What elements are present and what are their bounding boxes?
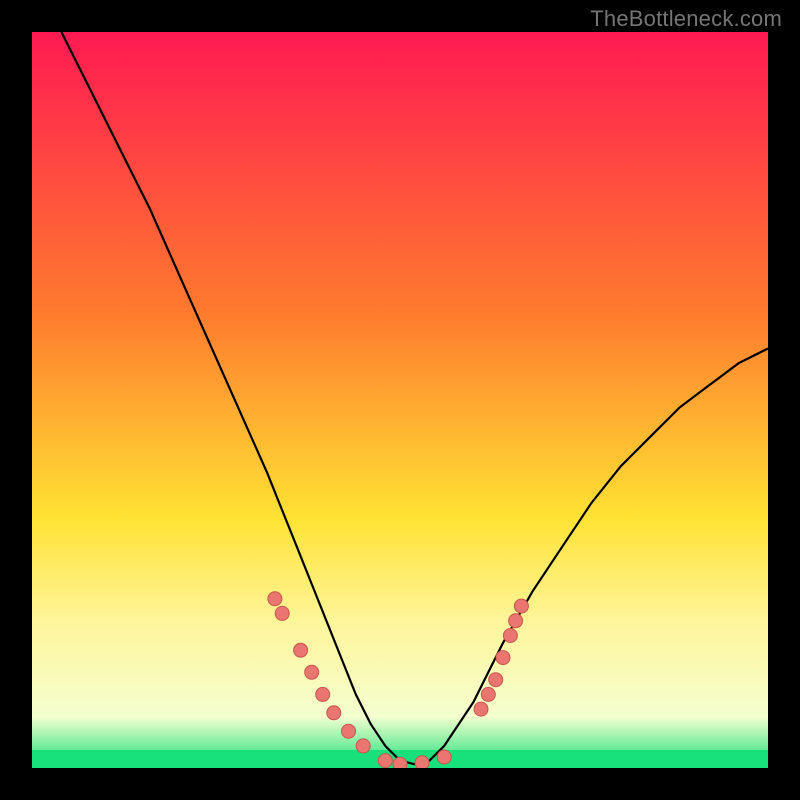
data-point bbox=[509, 614, 523, 628]
bottleneck-chart bbox=[32, 32, 768, 768]
data-point bbox=[268, 592, 282, 606]
data-point bbox=[481, 687, 495, 701]
chart-frame bbox=[32, 32, 768, 768]
data-point bbox=[275, 606, 289, 620]
data-point bbox=[294, 643, 308, 657]
data-point bbox=[489, 673, 503, 687]
data-point bbox=[514, 599, 528, 613]
data-point bbox=[356, 739, 370, 753]
data-point bbox=[415, 756, 429, 768]
data-point bbox=[503, 629, 517, 643]
data-point bbox=[378, 754, 392, 768]
data-point bbox=[327, 706, 341, 720]
data-point bbox=[474, 702, 488, 716]
watermark: TheBottleneck.com bbox=[590, 6, 782, 32]
data-point bbox=[305, 665, 319, 679]
data-point bbox=[496, 651, 510, 665]
data-point bbox=[437, 750, 451, 764]
data-point bbox=[393, 757, 407, 768]
data-point bbox=[342, 724, 356, 738]
gradient-bg bbox=[32, 32, 768, 768]
data-point bbox=[316, 687, 330, 701]
